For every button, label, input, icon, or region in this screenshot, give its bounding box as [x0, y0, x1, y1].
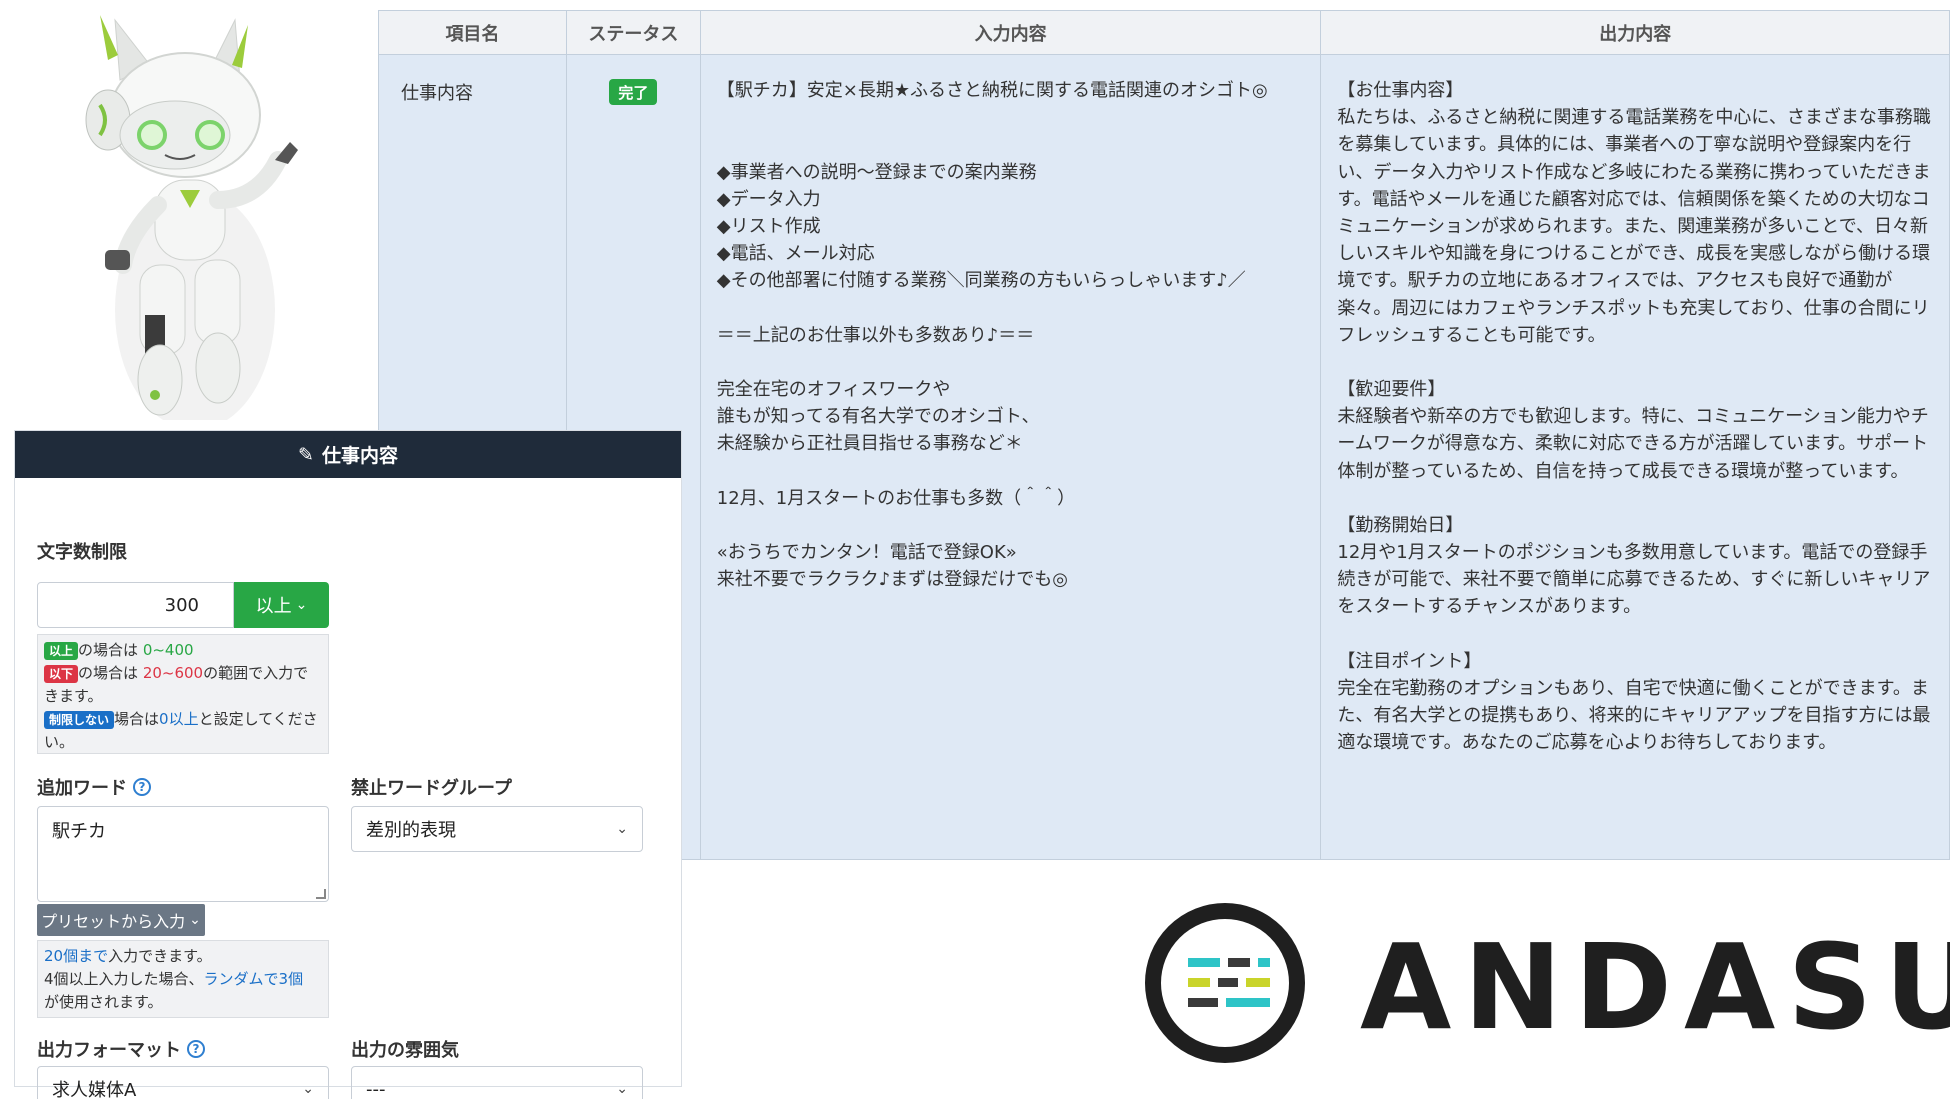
output-paragraph: 【勤務開始日】 12月や1月スタートのポジションも多数用意しています。電話での登録…: [1337, 514, 1931, 618]
note-text: の場合は: [78, 664, 139, 682]
tag-no-limit: 制限しない: [44, 711, 115, 729]
tag-below: 以下: [44, 665, 79, 683]
input-line: ＝＝上記のお仕事以外も多数あり♪＝＝: [716, 324, 1035, 346]
input-line: ◆電話、メール対応: [716, 243, 875, 265]
input-line: ◆その他部署に付随する業務＼同業務の方もいらっしゃいます♪／: [716, 270, 1246, 292]
output-mood-value: ---: [366, 1078, 386, 1099]
header-input: 入力内容: [701, 11, 1322, 54]
note-text: 場合は: [114, 710, 160, 728]
input-line: [717, 295, 1309, 322]
char-limit-input[interactable]: 300: [37, 582, 234, 628]
range-above: 0~400: [142, 641, 194, 659]
output-paragraph: 【お仕事内容】 私たちは、ふるさと納税に関連する電話業務を中心に、さまざまな事務職…: [1337, 80, 1931, 346]
chevron-down-icon: ⌄: [616, 821, 628, 837]
add-words-textarea[interactable]: 駅チカ: [37, 806, 329, 902]
table-header: 項目名 ステータス 入力内容 出力内容: [379, 10, 1950, 55]
output-paragraph: 【歓迎要件】 未経験者や新卒の方でも歓迎します。特に、コミュニケーション能力やチー…: [1337, 379, 1929, 482]
input-line: ◆データ入力: [716, 188, 821, 210]
note-text: 入力できます。: [108, 947, 212, 965]
chevron-down-icon: ⌄: [616, 1081, 628, 1097]
note-text: 4個以上入力した場合、: [44, 970, 204, 988]
header-item-name: 項目名: [379, 11, 567, 54]
header-output: 出力内容: [1321, 11, 1950, 54]
resize-handle-icon[interactable]: [316, 889, 326, 899]
input-line: [717, 131, 1309, 158]
robot-mascot-image: [85, 15, 298, 420]
preset-button-label: プリセットから入力: [41, 912, 186, 931]
help-icon[interactable]: ?: [133, 778, 151, 796]
char-limit-mode-dropdown[interactable]: 以上 ⌄: [234, 582, 329, 628]
add-words-label: 追加ワード ?: [37, 774, 151, 800]
output-paragraph: 【注目ポイント】 完全在宅勤務のオプションもあり、自宅で快適に働くことができます。…: [1337, 650, 1931, 754]
input-line: 未経験から正社員目指せる事務など＊: [716, 433, 1023, 455]
char-limit-label: 文字数制限: [37, 542, 127, 563]
chevron-down-icon: ⌄: [295, 597, 308, 613]
output-mood-label: 出力の雰囲気: [351, 1040, 459, 1061]
panel-header: ✎ 仕事内容: [15, 431, 681, 478]
input-line: [717, 349, 1309, 376]
note-text: の場合は: [78, 641, 139, 659]
add-words-value: 駅チカ: [52, 821, 106, 842]
banned-group-value: 差別的表現: [366, 820, 456, 841]
output-format-label-text: 出力フォーマット: [37, 1040, 181, 1061]
input-line: ◆リスト作成: [716, 215, 821, 237]
preset-input-button[interactable]: プリセットから入力 ⌄: [37, 904, 205, 936]
input-line: 誰もが知ってる有名大学でのオシゴト、: [716, 406, 1040, 428]
max-words: 20個まで: [44, 947, 109, 965]
row-output-text: 【お仕事内容】 私たちは、ふるさと納税に関連する電話業務を中心に、さまざまな事務職…: [1321, 55, 1950, 859]
add-words-label-text: 追加ワード: [37, 778, 127, 799]
output-mood-select[interactable]: --- ⌄: [351, 1066, 643, 1099]
input-line: [717, 458, 1309, 485]
input-line: 【駅チカ】安定×長期★ふるさと納税に関する電話関連のオシゴト◎: [716, 80, 1268, 101]
header-status: ステータス: [567, 11, 701, 54]
banned-group-label: 禁止ワードグループ: [351, 778, 512, 799]
input-line: 完全在宅のオフィスワークや: [716, 379, 951, 401]
help-icon[interactable]: ?: [187, 1040, 205, 1058]
input-line: [717, 104, 1309, 131]
input-line: «おうちでカンタン！電話で登録OK»: [716, 542, 1017, 564]
input-line: [717, 512, 1309, 539]
add-words-note: 20個まで入力できます。 4個以上入力した場合、ランダムで3個 が使用されます。: [37, 940, 329, 1018]
status-badge: 完了: [609, 79, 658, 105]
note-text: が使用されます。: [44, 993, 163, 1011]
no-limit-value: 0以上: [159, 710, 199, 728]
page: 項目名 ステータス 入力内容 出力内容 仕事内容 完了 【駅チカ】安定×長期★ふ…: [0, 0, 1950, 1099]
banned-group-select[interactable]: 差別的表現 ⌄: [351, 806, 643, 852]
random-words: ランダムで3個: [203, 970, 304, 988]
output-format-value: 求人媒体A: [52, 1080, 137, 1099]
input-line: ◆事業者への説明～登録までの案内業務: [716, 161, 1037, 183]
input-line: 12月、1月スタートのお仕事も多数（＾＾）: [716, 487, 1076, 509]
char-limit-note: 以上 の場合は 0~400 以下 の場合は 20~600の範囲で入力できます。 制限…: [37, 634, 329, 754]
output-format-label: 出力フォーマット ?: [37, 1036, 205, 1062]
logo-text: ANDASU: [1360, 918, 1950, 1056]
row-input-text: 【駅チカ】安定×長期★ふるさと納税に関する電話関連のオシゴト◎ ◆事業者への説明～…: [701, 55, 1322, 859]
andasu-logo: ANDASU: [1145, 903, 1950, 1063]
tag-above: 以上: [44, 642, 79, 660]
char-limit-mode-label: 以上: [255, 596, 292, 617]
settings-panel: ✎ 仕事内容 文字数制限 300 以上 ⌄ 以上 の場合は 0~400 以下 の場合…: [14, 430, 682, 1099]
chevron-down-icon: ⌄: [189, 912, 201, 928]
panel-title: 仕事内容: [321, 445, 398, 467]
range-below: 20~600: [142, 664, 204, 682]
chevron-down-icon: ⌄: [302, 1081, 314, 1097]
input-line: 来社不要でラクラク♪まずは登録だけでも◎: [716, 569, 1068, 591]
pen-icon: ✎: [298, 443, 314, 466]
output-format-select[interactable]: 求人媒体A ⌄: [37, 1066, 329, 1099]
